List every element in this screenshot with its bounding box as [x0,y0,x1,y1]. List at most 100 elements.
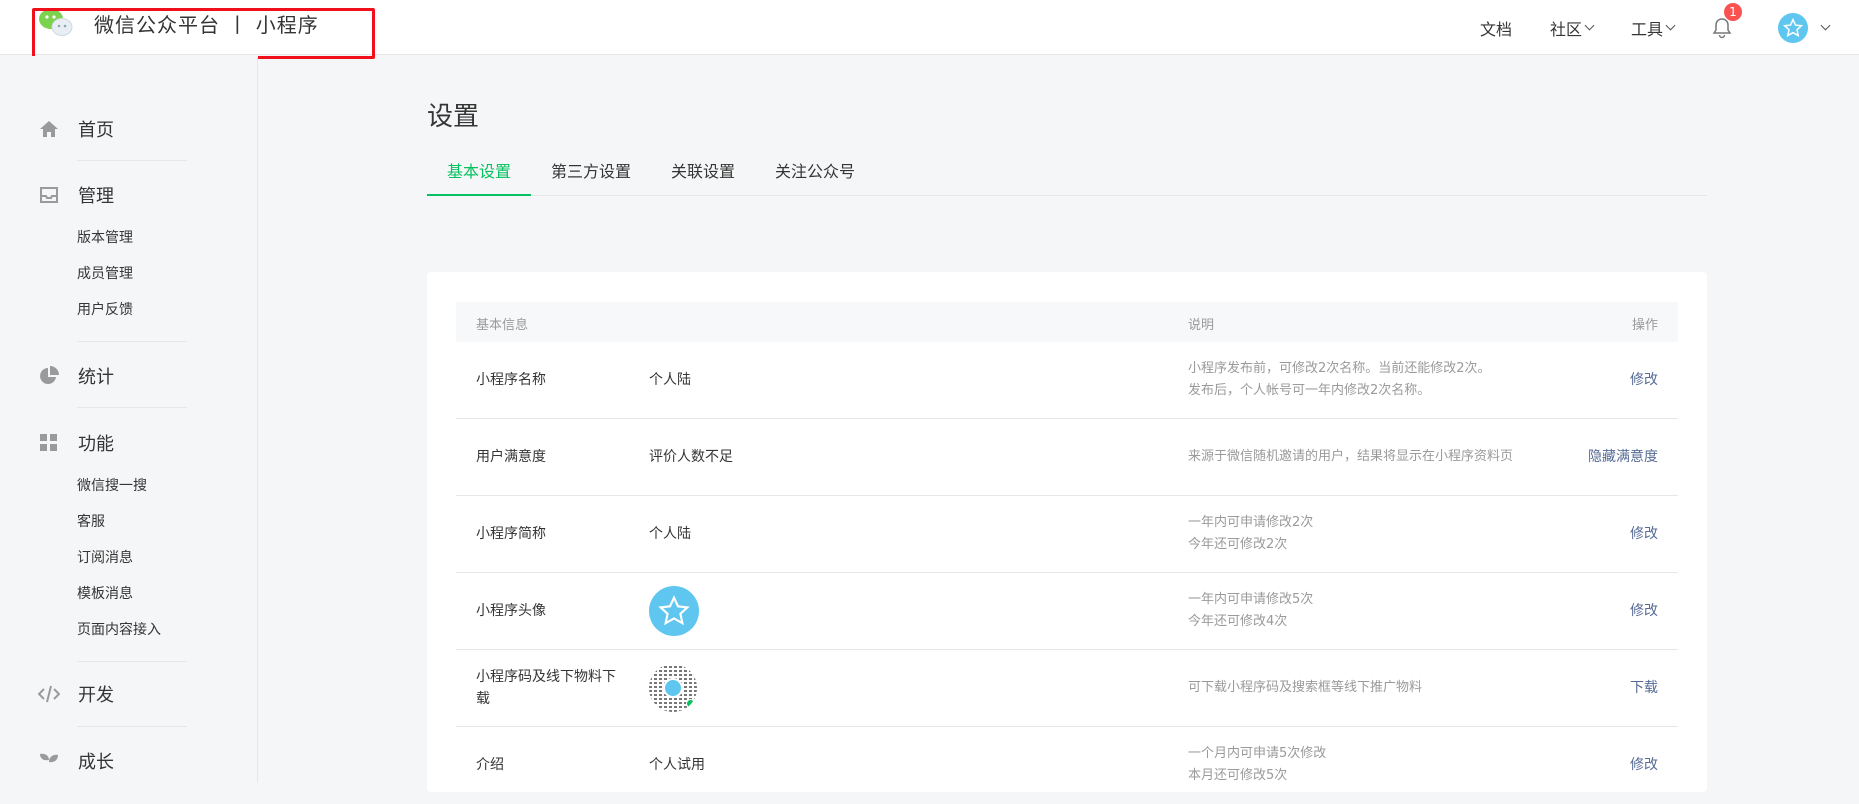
row-desc: 来源于微信随机邀请的用户，结果将显示在小程序资料页 [1188,446,1588,468]
sidebar-item-feedback[interactable]: 用户反馈 [38,292,188,328]
header-action: 操作 [1631,318,1658,333]
table-row: 小程序码及线下物料下载 可下载小程序码及搜索框等线下推广物料 下载 [456,650,1678,727]
brand-title: 微信公众平台 丨 小程序 [94,12,319,37]
table-header: 基本信息 说明 操作 [456,302,1678,342]
row-name: 介绍 [476,757,504,773]
top-nav: 文档 社区 工具 1 [1480,0,1859,55]
sidebar-item-members[interactable]: 成员管理 [38,256,188,292]
desc-line: 今年还可修改4次 [1188,614,1288,629]
sidebar-section-features: 功能 微信搜一搜 客服 订阅消息 模板消息 页面内容接入 [38,428,188,648]
row-name: 用户满意度 [476,449,546,465]
community-menu[interactable]: 社区 [1549,16,1595,40]
table-row: 小程序名称 个人陆 小程序发布前，可修改2次名称。当前还能修改2次。 发布后，个… [456,342,1678,419]
chevron-down-icon [1665,20,1676,30]
tools-label: 工具 [1630,19,1663,39]
sidebar-item-label: 开发 [78,685,114,706]
inbox-icon [38,184,60,206]
sidebar-item-features[interactable]: 功能 [38,428,188,458]
tab-basic-settings[interactable]: 基本设置 [427,160,532,196]
tab-third-party[interactable]: 第三方设置 [531,160,651,196]
row-name: 小程序头像 [476,603,546,619]
table-row: 介绍 个人试用 一个月内可申请5次修改 本月还可修改5次 修改 [456,727,1678,804]
star-icon [658,595,690,626]
top-bar: 微信公众平台 丨 小程序 文档 社区 工具 1 [0,0,1859,59]
desc-line: 一个月内可申请5次修改 [1188,746,1327,761]
desc-line: 今年还可修改2次 [1188,537,1288,552]
row-desc: 小程序发布前，可修改2次名称。当前还能修改2次。 发布后，个人帐号可一年内修改2… [1188,358,1588,402]
notification-badge: 1 [1724,2,1742,21]
desc-line: 发布后，个人帐号可一年内修改2次名称。 [1188,383,1431,398]
app-avatar [649,586,699,636]
sidebar-item-stats[interactable]: 统计 [38,361,188,391]
sidebar-item-home[interactable]: 首页 [38,114,188,144]
row-desc: 一年内可申请修改2次 今年还可修改2次 [1188,512,1588,556]
community-label: 社区 [1549,19,1582,39]
desc-line: 一年内可申请修改2次 [1188,515,1314,530]
divider [77,661,187,662]
tools-menu[interactable]: 工具 [1630,16,1676,40]
sidebar-item-label: 功能 [78,434,114,455]
sidebar-item-label: 统计 [78,367,114,388]
divider [77,407,187,408]
sidebar-item-version[interactable]: 版本管理 [38,220,188,256]
row-value: 评价人数不足 [649,449,733,465]
grid-icon [38,432,60,454]
tab-follow-account[interactable]: 关注公众号 [755,160,875,196]
sidebar-item-growth[interactable]: 成长 [38,746,188,776]
row-name: 小程序码及线下物料下载 [476,669,616,707]
table-row: 小程序简称 个人陆 一年内可申请修改2次 今年还可修改2次 修改 [456,496,1678,573]
sidebar: 首页 管理 版本管理 成员管理 用户反馈 统计 功能 微信搜一搜 客服 订阅消息… [0,56,258,783]
desc-line: 来源于微信随机邀请的用户，结果将显示在小程序资料页 [1188,449,1514,464]
sidebar-item-service[interactable]: 客服 [38,504,188,540]
row-value: 个人陆 [649,372,691,388]
edit-name-link[interactable]: 修改 [1630,369,1658,389]
divider [77,726,187,727]
divider [77,160,187,161]
sidebar-item-dev[interactable]: 开发 [38,679,188,709]
sidebar-item-label: 管理 [78,186,114,207]
row-value: 个人陆 [649,526,691,542]
table-row: 小程序头像 一年内可申请修改5次 今年还可修改4次 修改 [456,573,1678,650]
notification-bell[interactable]: 1 [1712,2,1742,39]
desc-line: 一年内可申请修改5次 [1188,592,1314,607]
sidebar-item-search[interactable]: 微信搜一搜 [38,468,188,504]
code-icon [38,683,60,705]
sidebar-item-template[interactable]: 模板消息 [38,576,188,612]
row-desc: 一年内可申请修改5次 今年还可修改4次 [1188,589,1588,633]
sprout-icon [38,750,60,772]
star-icon [1783,17,1803,37]
desc-line: 可下载小程序码及搜索框等线下推广物料 [1188,680,1423,695]
row-desc: 可下载小程序码及搜索框等线下推广物料 [1188,677,1588,699]
header-info: 基本信息 [476,318,529,333]
row-name: 小程序简称 [476,526,546,542]
sidebar-item-subscribe[interactable]: 订阅消息 [38,540,188,576]
home-icon [38,118,60,140]
user-avatar[interactable] [1778,12,1808,43]
chevron-down-icon[interactable] [1820,20,1831,30]
settings-card: 基本信息 说明 操作 小程序名称 个人陆 小程序发布前，可修改2次名称。当前还能… [427,272,1707,792]
pie-chart-icon [38,365,60,387]
header-desc: 说明 [1188,318,1215,333]
page-title: 设置 [427,102,480,132]
row-value: 个人试用 [649,757,705,773]
table-row: 用户满意度 评价人数不足 来源于微信随机邀请的用户，结果将显示在小程序资料页 隐… [456,419,1678,496]
chevron-down-icon [1584,20,1595,30]
edit-intro-link[interactable]: 修改 [1630,754,1658,774]
brand[interactable]: 微信公众平台 丨 小程序 [38,9,319,37]
tab-bar: 基本设置 第三方设置 关联设置 关注公众号 [427,160,1707,196]
edit-short-name-link[interactable]: 修改 [1630,523,1658,543]
docs-link[interactable]: 文档 [1480,16,1512,40]
desc-line: 小程序发布前，可修改2次名称。当前还能修改2次。 [1188,361,1491,376]
sidebar-item-page-content[interactable]: 页面内容接入 [38,612,188,648]
tab-association[interactable]: 关联设置 [651,160,755,196]
download-link[interactable]: 下载 [1630,677,1658,697]
hide-satisfaction-link[interactable]: 隐藏满意度 [1588,446,1658,466]
qr-code [649,664,697,712]
row-desc: 一个月内可申请5次修改 本月还可修改5次 [1188,743,1588,787]
sidebar-section-manage: 管理 版本管理 成员管理 用户反馈 [38,180,188,328]
edit-avatar-link[interactable]: 修改 [1630,600,1658,620]
sidebar-item-manage[interactable]: 管理 [38,180,188,210]
desc-line: 本月还可修改5次 [1188,768,1288,783]
row-name: 小程序名称 [476,372,546,388]
divider [77,341,187,342]
